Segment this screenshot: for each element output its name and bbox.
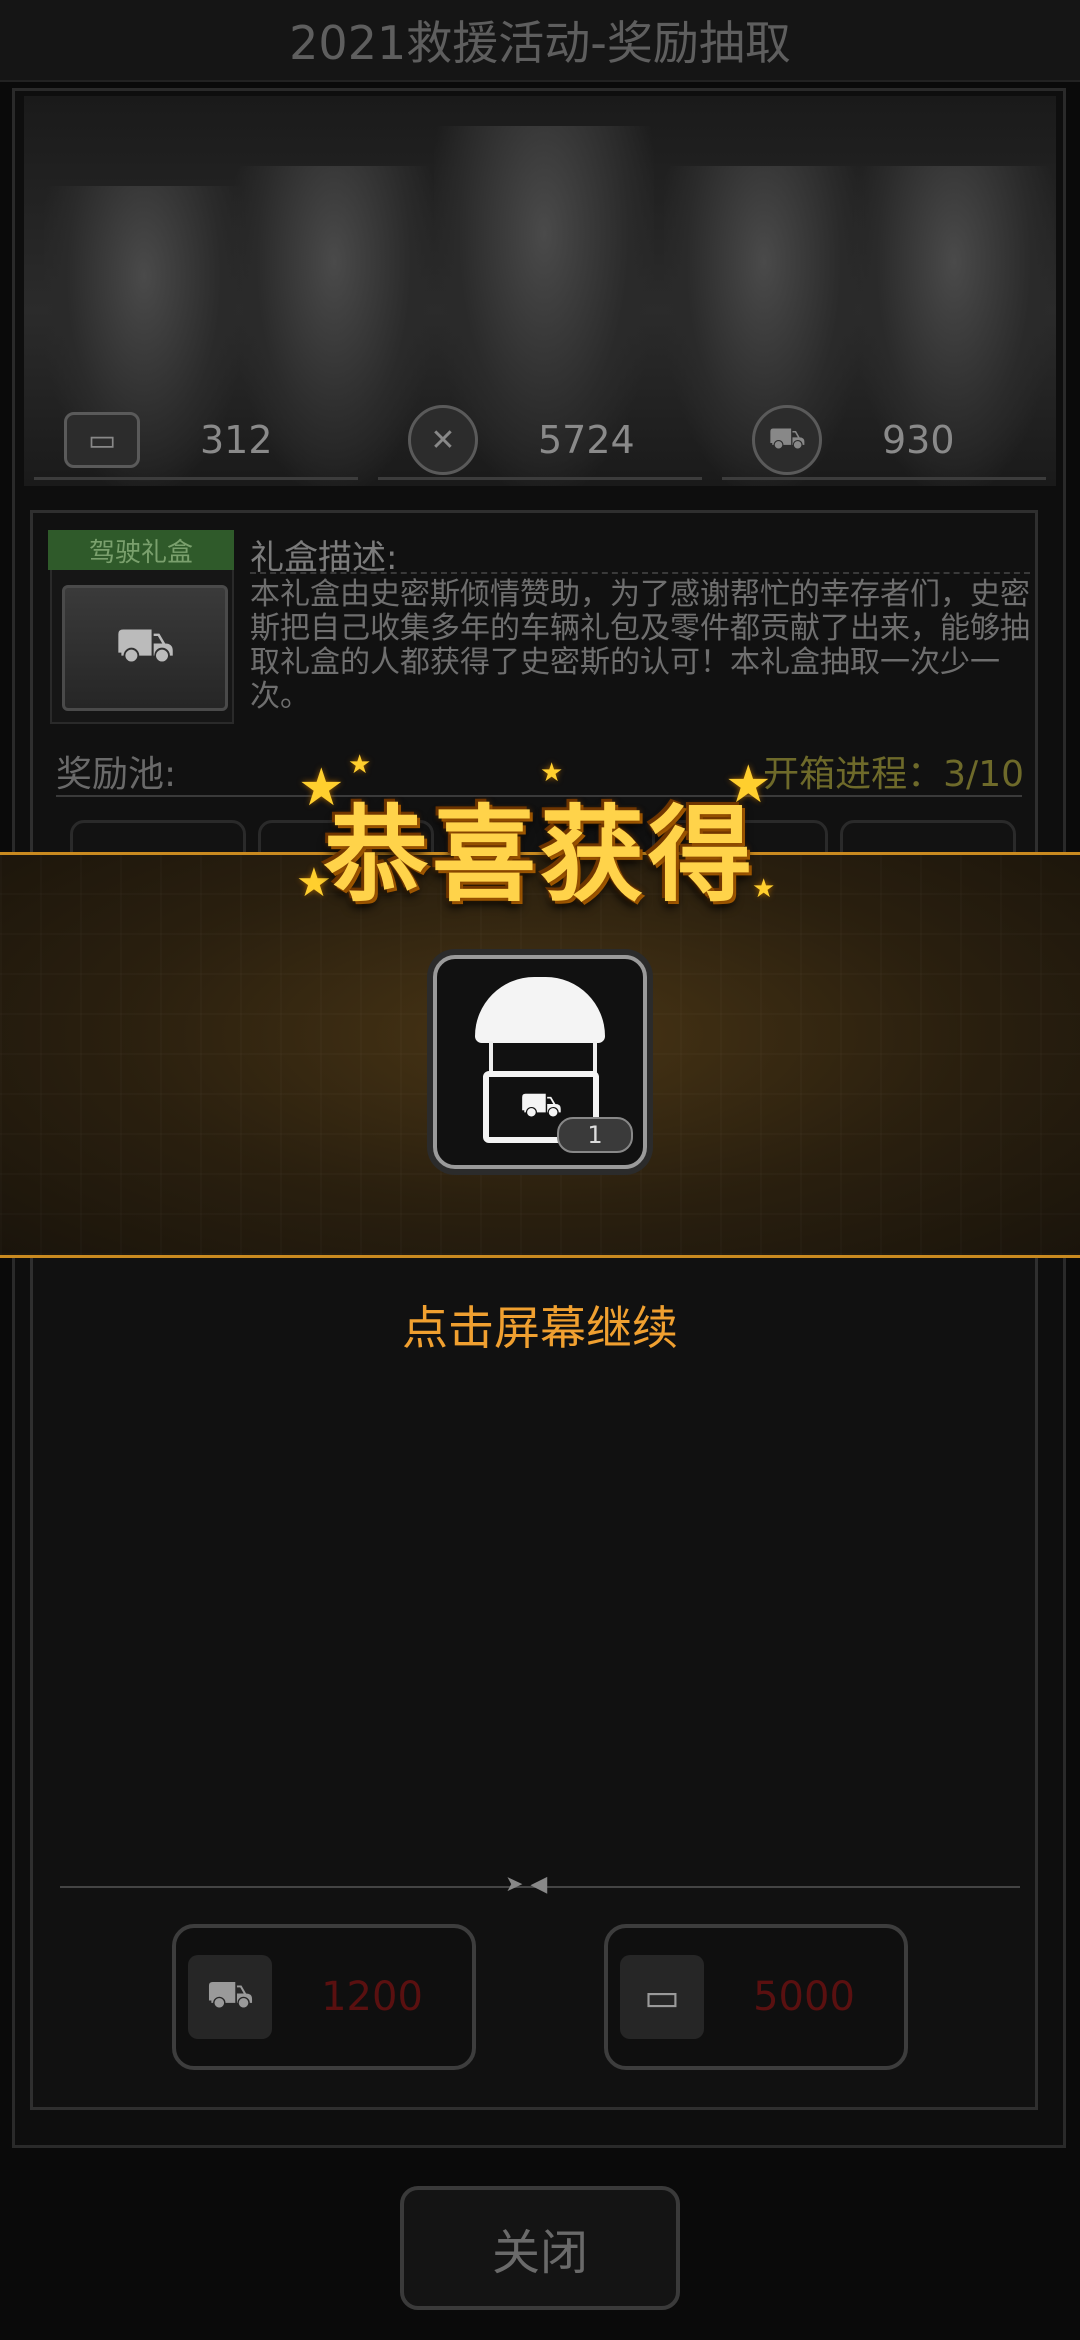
card-icon: ▭ <box>620 1955 704 2039</box>
wrench-icon: ✕ <box>408 405 478 475</box>
draw-cost-car: 1200 <box>321 1974 423 2020</box>
stat-card: ▭ 312 <box>24 400 368 480</box>
car-icon: ⛟ <box>752 405 822 475</box>
arrows-icon: ➤ ◀ <box>505 1872 548 1897</box>
reward-item-card[interactable]: ⛟ 1 <box>433 955 647 1169</box>
currency-stats: ▭ 312 ✕ 5724 ⛟ 930 <box>24 400 1056 480</box>
congrats-title: 恭喜获得 <box>323 794 756 916</box>
chest-icon: ⛟ <box>62 585 228 711</box>
reward-count-badge: 1 <box>557 1117 633 1153</box>
draw-with-car-button[interactable]: ⛟ 1200 <box>172 1924 476 2070</box>
car-icon: ⛟ <box>188 1955 272 2039</box>
page-title: 2021救援活动-奖励抽取 <box>0 0 1080 82</box>
close-button[interactable]: 关闭 <box>400 2186 680 2310</box>
stat-parts: ✕ 5724 <box>368 400 712 480</box>
giftbox-ribbon: 驾驶礼盒 <box>48 530 234 570</box>
desc-text: 本礼盒由史密斯倾情赞助，为了感谢帮忙的幸存者们，史密斯把自己收集多年的车辆礼包及… <box>250 577 1030 714</box>
stat-car-value: 930 <box>882 418 955 462</box>
parachute-canopy-icon <box>475 977 605 1043</box>
stat-car: ⛟ 930 <box>712 400 1056 480</box>
divider <box>250 572 1030 574</box>
draw-cost-card: 5000 <box>753 1974 855 2020</box>
tap-to-continue-hint[interactable]: 点击屏幕继续 <box>0 1292 1080 1358</box>
card-icon: ▭ <box>64 412 140 468</box>
stat-parts-value: 5724 <box>538 418 635 462</box>
stat-card-value: 312 <box>200 418 273 462</box>
draw-with-card-button[interactable]: ▭ 5000 <box>604 1924 908 2070</box>
